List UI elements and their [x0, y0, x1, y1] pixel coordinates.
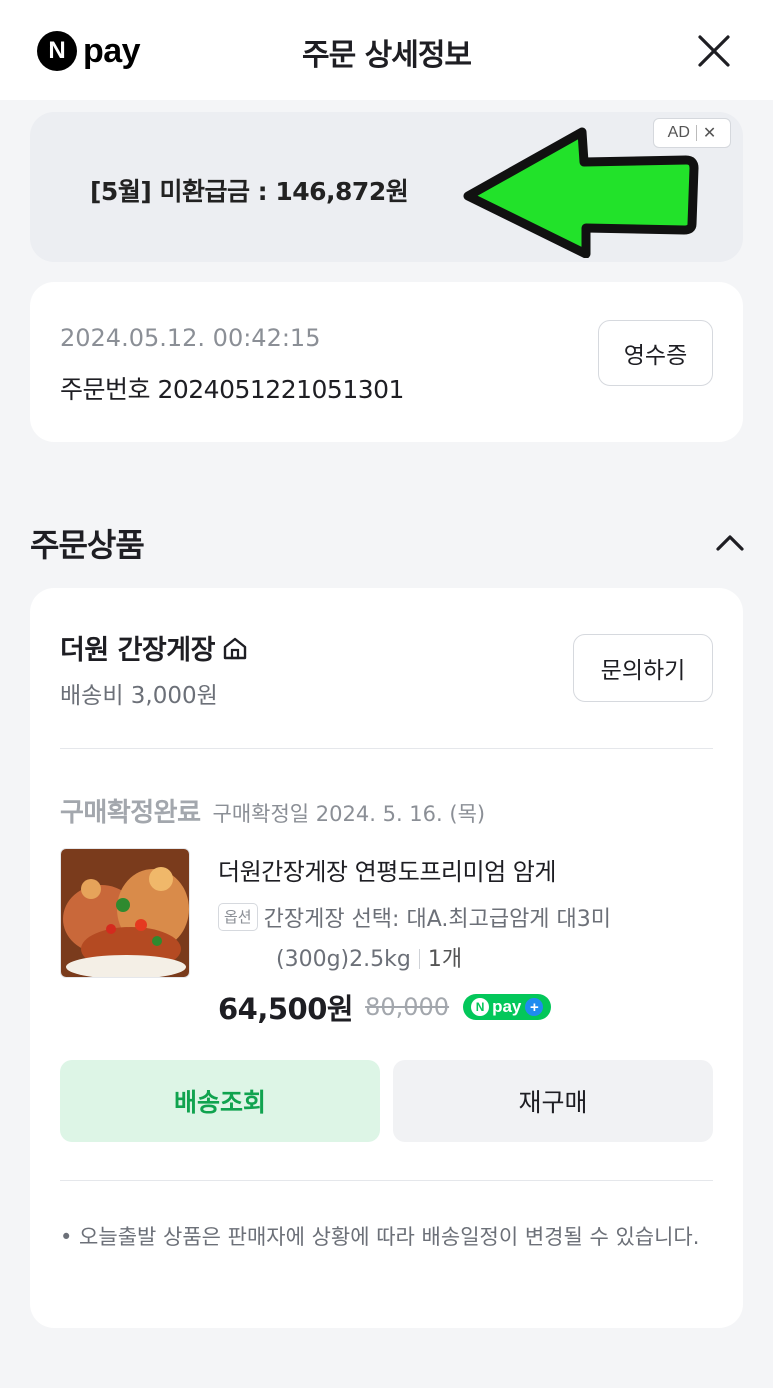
product-option: 옵션 간장게장 선택: 대A.최고급암게 대3미 (300g)2.5kg 1개: [218, 900, 688, 980]
close-icon[interactable]: [697, 34, 731, 68]
product-thumbnail[interactable]: [60, 848, 190, 978]
npay-badge-text: pay: [492, 997, 522, 1016]
order-datetime: 2024.05.12. 00:42:15: [60, 324, 321, 352]
seller-name-row[interactable]: 더원 간장게장: [60, 628, 249, 667]
npay-plus-badge: N pay +: [463, 994, 552, 1020]
crab-image: [61, 849, 189, 977]
npay-badge-n-icon: N: [471, 998, 490, 1016]
product-card: 더원 간장게장 배송비 3,000원 문의하기 구매확정완료 구매확정일 202…: [30, 588, 743, 1328]
purchase-status-row: 구매확정완료 구매확정일 2024. 5. 16. (목): [60, 792, 485, 829]
shipping-notice: • 오늘출발 상품은 판매자에 상황에 따라 배송일정이 변경될 수 있습니다.: [60, 1225, 700, 1249]
order-number: 주문번호 2024051221051301: [60, 375, 404, 404]
divider: [60, 748, 713, 749]
ad-badge[interactable]: AD ✕: [653, 118, 731, 148]
receipt-button[interactable]: 영수증: [598, 320, 713, 386]
ad-label: AD: [667, 124, 690, 141]
store-home-icon: [223, 637, 247, 659]
divider: [60, 1180, 713, 1181]
ad-banner[interactable]: [5월] 미환급금 : 146,872원 AD ✕: [30, 112, 743, 262]
shipping-fee: 배송비 3,000원: [60, 683, 218, 709]
option-tag: 옵션: [218, 903, 258, 931]
option-line-1: 간장게장 선택: 대A.최고급암게 대3미: [263, 907, 612, 932]
rebuy-button[interactable]: 재구매: [393, 1060, 713, 1142]
option-line-2: (300g)2.5kg: [276, 947, 411, 972]
ad-badge-divider: [695, 125, 697, 141]
chevron-up-icon[interactable]: [715, 530, 745, 554]
ad-text: [5월] 미환급금 : 146,872원: [90, 177, 409, 206]
original-price: 80,000: [365, 993, 450, 1021]
quantity: 1개: [427, 947, 463, 972]
order-info-card: 2024.05.12. 00:42:15 주문번호 20240512210513…: [30, 282, 743, 442]
confirm-date: 구매확정일 2024. 5. 16. (목): [212, 802, 486, 826]
section-title-ordered-items: 주문상품: [30, 526, 145, 564]
product-name[interactable]: 더원간장게장 연평도프리미엄 암게: [218, 852, 556, 887]
sale-price: 64,500원: [218, 992, 354, 1026]
plus-icon: +: [525, 998, 544, 1016]
ad-close-icon[interactable]: ✕: [703, 123, 716, 143]
quantity-divider: [418, 949, 420, 969]
track-delivery-button[interactable]: 배송조회: [60, 1060, 380, 1142]
page-title: 주문 상세정보: [301, 38, 472, 73]
price-row: 64,500원 80,000 N pay +: [218, 986, 552, 1028]
inquiry-button[interactable]: 문의하기: [573, 634, 713, 702]
purchase-status: 구매확정완료: [60, 798, 201, 828]
top-bar: N pay 주문 상세정보: [0, 0, 773, 100]
seller-name: 더원 간장게장: [60, 635, 215, 666]
